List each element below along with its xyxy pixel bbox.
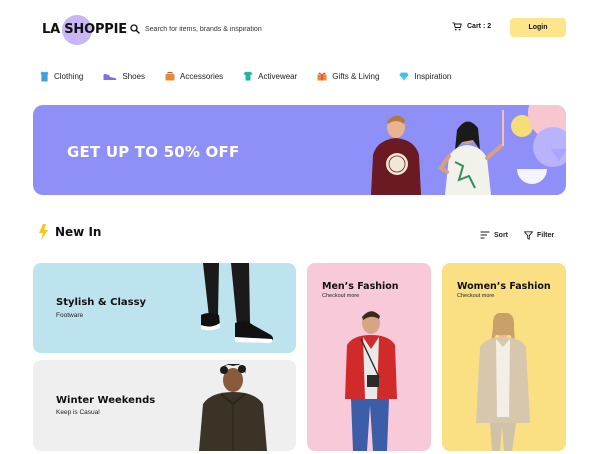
category-gifts-living[interactable]: Gifts & Living (317, 68, 379, 84)
banner-decoration (517, 169, 547, 184)
card-title: Women’s Fashion (457, 281, 551, 292)
category-nav: Clothing Shoes Accessories Activewear Gi… (40, 68, 471, 84)
category-shoes[interactable]: Shoes (103, 68, 145, 84)
search-bar[interactable] (130, 21, 410, 37)
category-activewear[interactable]: Activewear (243, 68, 297, 84)
card-winter-weekends[interactable]: Winter Weekends Keep is Casual (33, 360, 296, 451)
tshirt-icon (243, 71, 253, 81)
card-subtitle: Checkout more (457, 293, 495, 299)
card-subtitle: Keep is Casual (56, 409, 100, 416)
category-label: Accessories (180, 71, 224, 81)
sort-label: Sort (494, 231, 508, 239)
shirt-icon (40, 71, 49, 81)
promo-banner[interactable]: GET UP TO 50% OFF (33, 105, 566, 195)
login-button[interactable]: Login (510, 18, 566, 37)
banner-title: GET UP TO 50% OFF (67, 143, 240, 161)
category-label: Gifts & Living (332, 71, 380, 81)
cart-label: Cart : 2 (467, 23, 492, 30)
card-subtitle: Checkout more (322, 293, 360, 299)
card-mens-fashion[interactable]: Men’s Fashion Checkout more (307, 263, 431, 451)
mens-fashion-image (345, 311, 397, 451)
category-label: Shoes (122, 71, 146, 81)
banner-decoration (533, 127, 566, 167)
sort-button[interactable]: Sort (480, 231, 508, 239)
category-clothing[interactable]: Clothing (40, 68, 83, 84)
cart-button[interactable]: Cart : 2 (452, 22, 491, 31)
card-title: Men’s Fashion (322, 281, 399, 292)
banner-models-image (371, 110, 504, 195)
lightning-icon (39, 224, 48, 240)
category-inspiration[interactable]: Inspiration (399, 68, 451, 84)
logo[interactable]: LA SHOPPIE (42, 15, 127, 45)
shoe-icon (103, 73, 117, 80)
card-stylish-classy[interactable]: Stylish & Classy Footware (33, 263, 296, 353)
category-label: Activewear (258, 71, 298, 81)
bag-icon (165, 72, 175, 81)
search-input[interactable] (145, 25, 395, 33)
category-accessories[interactable]: Accessories (165, 68, 223, 84)
winter-jacket-image (199, 364, 267, 451)
gift-icon (317, 72, 327, 81)
filter-button[interactable]: Filter (524, 231, 554, 240)
diamond-icon (399, 72, 409, 80)
logo-text: LA SHOPPIE (42, 22, 127, 37)
card-subtitle: Footware (56, 312, 84, 319)
header: LA SHOPPIE Cart : 2 Login (0, 0, 600, 58)
footwear-image (201, 263, 273, 343)
filter-label: Filter (537, 232, 555, 239)
card-title: Stylish & Classy (56, 297, 147, 308)
card-womens-fashion[interactable]: Women’s Fashion Checkout more (442, 263, 566, 451)
new-in-header: New In (38, 224, 101, 240)
section-title: New In (55, 225, 102, 239)
womens-fashion-image (476, 313, 530, 451)
card-title: Winter Weekends (56, 395, 156, 406)
banner-decoration (551, 149, 566, 161)
category-label: Clothing (54, 71, 84, 81)
sort-icon (480, 231, 490, 239)
search-icon (130, 24, 140, 34)
category-label: Inspiration (414, 71, 452, 81)
filter-icon (524, 231, 533, 240)
cart-icon (452, 22, 462, 31)
